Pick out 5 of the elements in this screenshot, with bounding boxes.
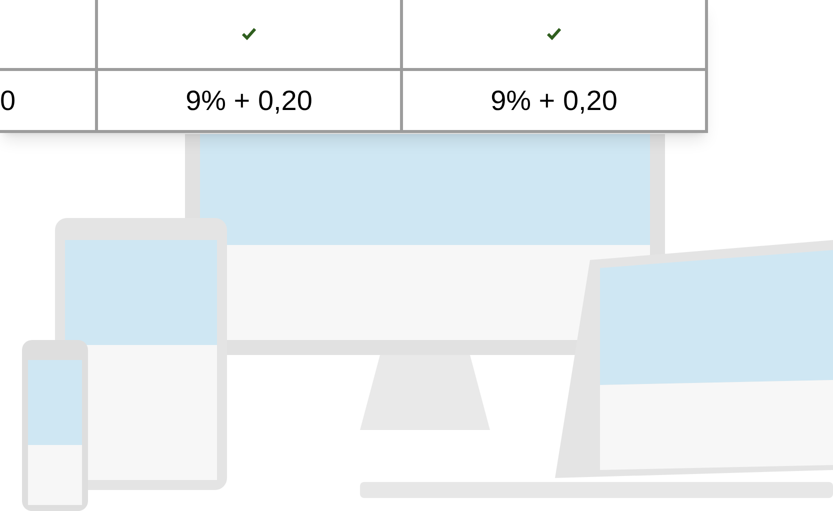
- price-text: 0: [0, 84, 16, 118]
- checkmark-icon: [547, 28, 561, 40]
- price-text: 9% + 0,20: [490, 84, 618, 118]
- price-text: 9% + 0,20: [186, 84, 312, 118]
- checkmark-icon: [242, 28, 256, 40]
